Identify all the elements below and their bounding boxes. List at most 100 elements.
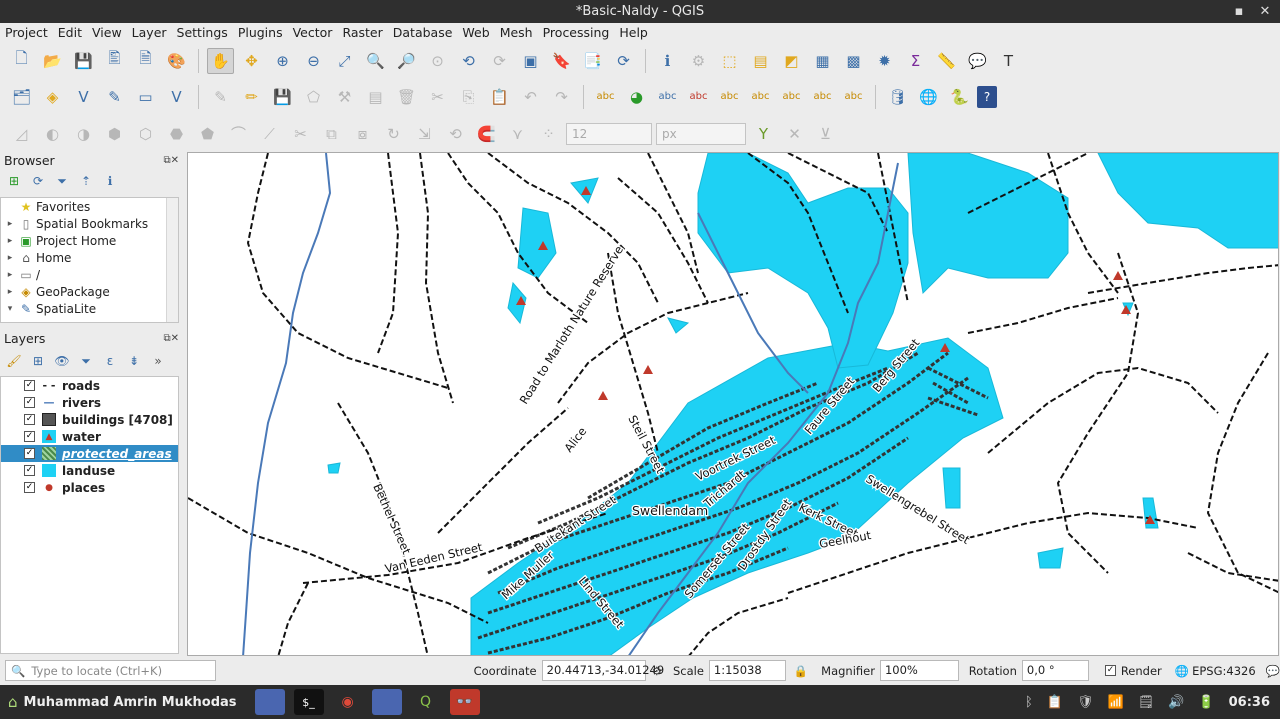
- layer-checkbox[interactable]: ✓: [24, 448, 35, 459]
- rotation-field[interactable]: 0,0 °: [1021, 660, 1090, 681]
- menu-view[interactable]: View: [87, 23, 127, 43]
- presentation-app-icon[interactable]: 👓: [449, 689, 480, 715]
- new-bookmark-icon[interactable]: 🔖: [548, 48, 575, 74]
- help-icon[interactable]: ?: [977, 85, 997, 108]
- browser-item-project-home[interactable]: ▸ ▣ Project Home: [1, 232, 178, 249]
- zoom-native-icon[interactable]: ⊙: [424, 48, 451, 74]
- pan-map-icon[interactable]: ✋: [207, 47, 234, 74]
- menu-layer[interactable]: Layer: [127, 23, 172, 43]
- menu-settings[interactable]: Settings: [172, 23, 233, 43]
- new-geopackage-layer-icon[interactable]: ◈: [39, 84, 66, 110]
- open-project-icon[interactable]: 📂: [39, 48, 66, 74]
- panel-float-close-icon[interactable]: ⧉✕: [163, 152, 179, 170]
- style-manager-icon[interactable]: 🎨: [163, 48, 190, 74]
- taskbar-user[interactable]: Muhammad Amrin Mukhodas: [24, 695, 237, 710]
- more-icon[interactable]: »: [148, 351, 168, 371]
- menu-vector[interactable]: Vector: [288, 23, 338, 43]
- new-map-view-icon[interactable]: ▣: [517, 48, 544, 74]
- toggle-editing-icon[interactable]: ✏: [238, 84, 265, 110]
- layout-manager-icon[interactable]: 🗎: [132, 48, 159, 74]
- pan-to-selection-icon[interactable]: ✥: [238, 48, 265, 74]
- new-temporary-layer-icon[interactable]: ▭: [132, 84, 159, 110]
- tolerance-input[interactable]: 12: [566, 122, 652, 145]
- highlight-pinned-label-icon[interactable]: abc: [654, 84, 681, 110]
- layer-row-rivers[interactable]: ✓ — rivers: [1, 394, 178, 411]
- browser-scrollbar[interactable]: [166, 198, 178, 322]
- undo-icon[interactable]: ↶: [517, 84, 544, 110]
- coordinate-field[interactable]: 20.44713,-34.01249: [541, 660, 664, 681]
- show-hide-labels-icon[interactable]: abc: [747, 84, 774, 110]
- chrome-icon[interactable]: ◉: [333, 689, 363, 715]
- topology-edit-icon[interactable]: Y: [750, 121, 777, 147]
- manage-themes-icon[interactable]: 👁: [52, 351, 72, 371]
- messages-icon[interactable]: 💬: [1266, 664, 1280, 678]
- redo-icon[interactable]: ↷: [548, 84, 575, 110]
- rotate-feature-icon[interactable]: ⟲: [442, 121, 469, 147]
- layer-row-roads[interactable]: ✓ - - roads: [1, 377, 178, 394]
- delete-ring-icon[interactable]: ⬡: [132, 121, 159, 147]
- layer-checkbox[interactable]: ✓: [24, 465, 35, 476]
- zoom-to-selection-icon[interactable]: 🔍: [362, 48, 389, 74]
- merge-features-icon[interactable]: ⧉: [318, 121, 345, 147]
- identify-features-icon[interactable]: ℹ: [654, 48, 681, 74]
- zoom-last-icon[interactable]: ⟲: [455, 48, 482, 74]
- panel-float-close-icon[interactable]: ⧉✕: [163, 330, 179, 348]
- browser-item-favorites[interactable]: ★ Favorites: [1, 198, 178, 215]
- reshape-icon[interactable]: ⬟: [194, 121, 221, 147]
- layer-checkbox[interactable]: ✓: [24, 397, 35, 408]
- offset-curve-icon[interactable]: ⌒: [225, 121, 252, 147]
- menu-database[interactable]: Database: [388, 23, 458, 43]
- layer-checkbox[interactable]: ✓: [24, 482, 35, 493]
- select-by-value-icon[interactable]: ▤: [747, 48, 774, 74]
- delete-part-icon[interactable]: ⬣: [163, 121, 190, 147]
- browser-item-home[interactable]: ▸ ⌂ Home: [1, 249, 178, 266]
- toggle-extents-icon[interactable]: ⚙: [652, 664, 662, 678]
- info-icon[interactable]: ℹ: [100, 171, 120, 191]
- volume-icon[interactable]: 🔊: [1168, 695, 1184, 710]
- show-desktop-icon[interactable]: [254, 689, 285, 715]
- layer-row-landuse[interactable]: ✓ landuse: [1, 462, 178, 479]
- map-tips-icon[interactable]: 💬: [964, 48, 991, 74]
- new-virtual-layer-icon[interactable]: V: [163, 84, 190, 110]
- layer-row-protected-areas[interactable]: ✓ protected_areas: [1, 445, 178, 462]
- filter-expression-icon[interactable]: ε: [100, 351, 120, 371]
- refresh-icon[interactable]: ⟳: [610, 48, 637, 74]
- snap-intersection-icon[interactable]: ⁘: [535, 121, 562, 147]
- terminal-icon[interactable]: $_: [293, 689, 324, 715]
- fill-ring-icon[interactable]: ⬢: [101, 121, 128, 147]
- snapping-magnet-icon[interactable]: 🧲: [473, 121, 500, 147]
- qgis-icon[interactable]: Q: [411, 689, 441, 715]
- add-selected-layers-icon[interactable]: ⊞: [4, 171, 24, 191]
- locator-search[interactable]: 🔍 Type to locate (Ctrl+K): [5, 660, 216, 681]
- menu-web[interactable]: Web: [457, 23, 494, 43]
- layer-checkbox[interactable]: ✓: [24, 431, 35, 442]
- split-parts-icon[interactable]: ✂: [287, 121, 314, 147]
- mint-menu-icon[interactable]: ⌂: [8, 693, 18, 711]
- zoom-full-icon[interactable]: ⤢: [331, 48, 358, 74]
- battery-icon[interactable]: 🔋: [1198, 695, 1214, 710]
- diagram-options-icon[interactable]: ◕: [623, 84, 650, 110]
- menu-processing[interactable]: Processing: [538, 23, 615, 43]
- processing-toolbox-icon[interactable]: ✹: [871, 48, 898, 74]
- add-ring-icon[interactable]: ◐: [39, 121, 66, 147]
- minimize-icon[interactable]: ▪: [1232, 0, 1246, 23]
- clock[interactable]: 06:36: [1229, 695, 1270, 710]
- offset-symbols-icon[interactable]: ⇲: [411, 121, 438, 147]
- map-canvas[interactable]: Road to Marloth Nature Reserve Alice Ste…: [187, 152, 1279, 656]
- notes-icon[interactable]: 🗒: [1138, 695, 1155, 710]
- shield-icon[interactable]: 🛡: [1077, 695, 1094, 710]
- browser-item-spatialite[interactable]: ▾ ✎ SpatiaLite: [1, 300, 178, 317]
- cut-features-icon[interactable]: ✂: [424, 84, 451, 110]
- tolerance-unit-select[interactable]: px: [656, 122, 746, 145]
- clipboard-icon[interactable]: 📋: [1047, 695, 1063, 710]
- show-bookmarks-icon[interactable]: 📑: [579, 48, 606, 74]
- vertex-tool-icon[interactable]: ⚒: [331, 84, 358, 110]
- metasearch-icon[interactable]: 🌐: [915, 84, 942, 110]
- avoid-overlap-icon[interactable]: ✕: [781, 121, 808, 147]
- text-annotation-icon[interactable]: T: [995, 48, 1022, 74]
- current-edits-icon[interactable]: ✎: [207, 84, 234, 110]
- statistical-summary-icon[interactable]: Σ: [902, 48, 929, 74]
- menu-plugins[interactable]: Plugins: [233, 23, 288, 43]
- save-project-icon[interactable]: 💾: [70, 48, 97, 74]
- save-edits-icon[interactable]: 💾: [269, 84, 296, 110]
